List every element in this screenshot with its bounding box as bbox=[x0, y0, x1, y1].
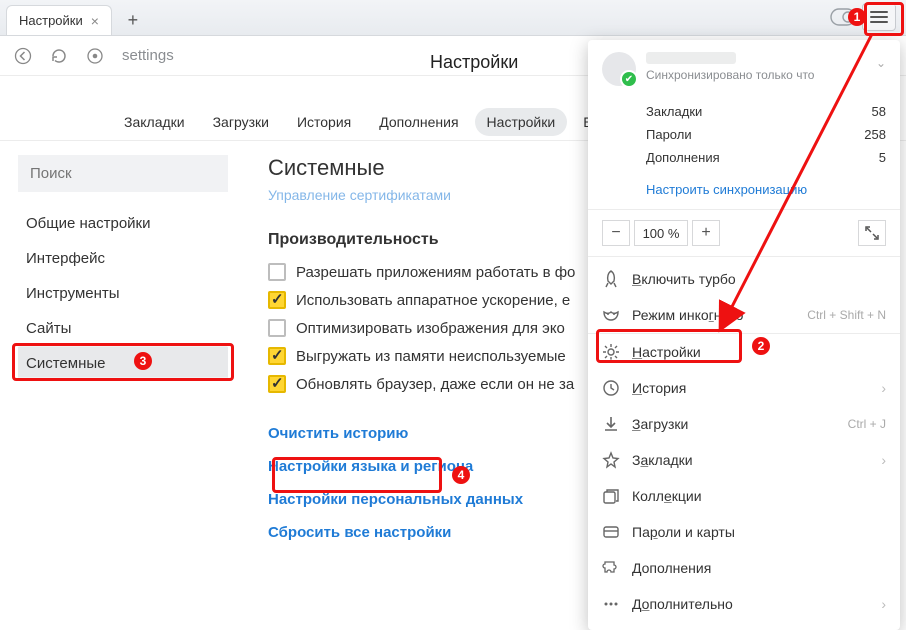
checkbox[interactable] bbox=[268, 347, 286, 365]
menu-shortcut: Ctrl + Shift + N bbox=[807, 308, 886, 322]
more-icon bbox=[602, 595, 620, 613]
menu-item-gear[interactable]: Настройки bbox=[588, 334, 900, 370]
sidebar-item[interactable]: Системные bbox=[18, 346, 228, 381]
browser-tab[interactable]: Настройки × bbox=[6, 5, 112, 35]
zoom-value: 100 % bbox=[634, 220, 688, 246]
sidebar: Общие настройкиИнтерфейсИнструментыСайты… bbox=[18, 155, 228, 381]
chevron-right-icon: › bbox=[881, 452, 886, 468]
stat-row: Закладки58 bbox=[646, 100, 886, 123]
stat-row: Пароли258 bbox=[646, 123, 886, 146]
mask-icon bbox=[602, 306, 620, 324]
avatar bbox=[602, 52, 636, 86]
menu-item-rocket[interactable]: Включить турбо bbox=[588, 261, 900, 297]
clock-icon bbox=[602, 379, 620, 397]
menu-item-label: Пароли и карты bbox=[632, 524, 735, 540]
zoom-in-button[interactable]: + bbox=[692, 220, 720, 246]
menu-item-download[interactable]: Загрузки Ctrl + J bbox=[588, 406, 900, 442]
menu-item-collections[interactable]: Коллекции bbox=[588, 478, 900, 514]
perf-heading: Производительность bbox=[268, 231, 598, 249]
checkbox-label: Использовать аппаратное ускорение, е bbox=[296, 292, 570, 309]
menu-shortcut: Ctrl + J bbox=[848, 417, 886, 431]
menu-item-label: История bbox=[632, 380, 686, 396]
checkbox-label: Оптимизировать изображения для эко bbox=[296, 320, 565, 337]
nav-pill[interactable]: Закладки bbox=[112, 108, 197, 136]
zoom-row: − 100 % + bbox=[588, 210, 900, 256]
chevron-right-icon: › bbox=[881, 596, 886, 612]
gear-icon bbox=[602, 343, 620, 361]
account-name-redacted bbox=[646, 52, 736, 64]
checkbox-label: Обновлять браузер, даже если он не за bbox=[296, 376, 574, 393]
tab-title: Настройки bbox=[19, 13, 83, 28]
menu-item-mask[interactable]: Режим инкогнито Ctrl + Shift + N bbox=[588, 297, 900, 333]
sidebar-item[interactable]: Интерфейс bbox=[18, 241, 228, 276]
menu-item-label: Включить турбо bbox=[632, 271, 736, 287]
checkbox-label: Разрешать приложениям работать в фо bbox=[296, 264, 575, 281]
menu-item-puzzle[interactable]: Дополнения bbox=[588, 550, 900, 586]
collections-icon bbox=[602, 487, 620, 505]
settings-nav: ЗакладкиЗагрузкиИсторияДополненияНастрой… bbox=[112, 108, 641, 136]
hamburger-menu-button[interactable] bbox=[862, 3, 896, 31]
fullscreen-button[interactable] bbox=[858, 220, 886, 246]
menu-item-label: Дополнительно bbox=[632, 596, 733, 612]
main-content: Системные Управление сертификатами Произ… bbox=[268, 155, 598, 549]
card-icon bbox=[602, 523, 620, 541]
checkbox[interactable] bbox=[268, 319, 286, 337]
checkbox[interactable] bbox=[268, 375, 286, 393]
settings-link[interactable]: Настройки персональных данных bbox=[268, 483, 598, 516]
new-tab-button[interactable]: + bbox=[120, 7, 146, 33]
menu-item-label: Режим инкогнито bbox=[632, 307, 743, 323]
site-icon[interactable] bbox=[86, 47, 104, 65]
tab-strip: Настройки × + bbox=[0, 0, 906, 36]
checkbox[interactable] bbox=[268, 291, 286, 309]
menu-item-card[interactable]: Пароли и карты bbox=[588, 514, 900, 550]
nav-pill[interactable]: Загрузки bbox=[201, 108, 281, 136]
settings-link[interactable]: Настройки языка и региона bbox=[268, 450, 598, 483]
settings-link[interactable]: Очистить историю bbox=[268, 417, 598, 450]
zoom-out-button[interactable]: − bbox=[602, 220, 630, 246]
extension-icon[interactable] bbox=[830, 8, 856, 26]
reload-button[interactable] bbox=[50, 47, 68, 65]
star-icon bbox=[602, 451, 620, 469]
section-heading: Системные bbox=[268, 155, 598, 181]
menu-item-label: Настройки bbox=[632, 344, 701, 360]
search-input[interactable] bbox=[18, 155, 228, 192]
menu-item-more[interactable]: Дополнительно › bbox=[588, 586, 900, 622]
checkbox-row[interactable]: Выгружать из памяти неиспользуемые bbox=[268, 347, 598, 365]
nav-pill[interactable]: Настройки bbox=[475, 108, 568, 136]
sync-status: Синхронизировано только что bbox=[646, 68, 814, 82]
menu-item-clock[interactable]: История › bbox=[588, 370, 900, 406]
sidebar-item[interactable]: Общие настройки bbox=[18, 206, 228, 241]
download-icon bbox=[602, 415, 620, 433]
checkbox[interactable] bbox=[268, 263, 286, 281]
menu-item-star[interactable]: Закладки › bbox=[588, 442, 900, 478]
page-title: Настройки bbox=[430, 52, 518, 73]
nav-pill[interactable]: История bbox=[285, 108, 363, 136]
sync-stats: Закладки58Пароли258Дополнения5 bbox=[588, 96, 900, 177]
chevron-right-icon: › bbox=[881, 380, 886, 396]
rocket-icon bbox=[602, 270, 620, 288]
address-text[interactable]: settings bbox=[122, 47, 174, 64]
sync-account-row[interactable]: Синхронизировано только что ⌄ bbox=[588, 40, 900, 96]
close-tab-icon[interactable]: × bbox=[91, 13, 99, 29]
stat-row: Дополнения5 bbox=[646, 146, 886, 169]
checkbox-row[interactable]: Использовать аппаратное ускорение, е bbox=[268, 291, 598, 309]
checkbox-label: Выгружать из памяти неиспользуемые bbox=[296, 348, 566, 365]
checkbox-row[interactable]: Оптимизировать изображения для эко bbox=[268, 319, 598, 337]
nav-pill[interactable]: Дополнения bbox=[367, 108, 470, 136]
puzzle-icon bbox=[602, 559, 620, 577]
checkbox-row[interactable]: Разрешать приложениям работать в фо bbox=[268, 263, 598, 281]
sidebar-item[interactable]: Инструменты bbox=[18, 276, 228, 311]
menu-item-label: Коллекции bbox=[632, 488, 702, 504]
cert-link[interactable]: Управление сертификатами bbox=[268, 187, 598, 203]
back-button[interactable] bbox=[14, 47, 32, 65]
settings-link[interactable]: Сбросить все настройки bbox=[268, 516, 598, 549]
sidebar-item[interactable]: Сайты bbox=[18, 311, 228, 346]
checkbox-row[interactable]: Обновлять браузер, даже если он не за bbox=[268, 375, 598, 393]
main-menu-panel: Синхронизировано только что ⌄ Закладки58… bbox=[588, 40, 900, 630]
menu-item-label: Дополнения bbox=[632, 560, 711, 576]
chevron-down-icon[interactable]: ⌄ bbox=[876, 52, 886, 86]
menu-item-label: Закладки bbox=[632, 452, 693, 468]
sync-settings-link[interactable]: Настроить синхронизацию bbox=[646, 182, 807, 197]
menu-item-label: Загрузки bbox=[632, 416, 688, 432]
